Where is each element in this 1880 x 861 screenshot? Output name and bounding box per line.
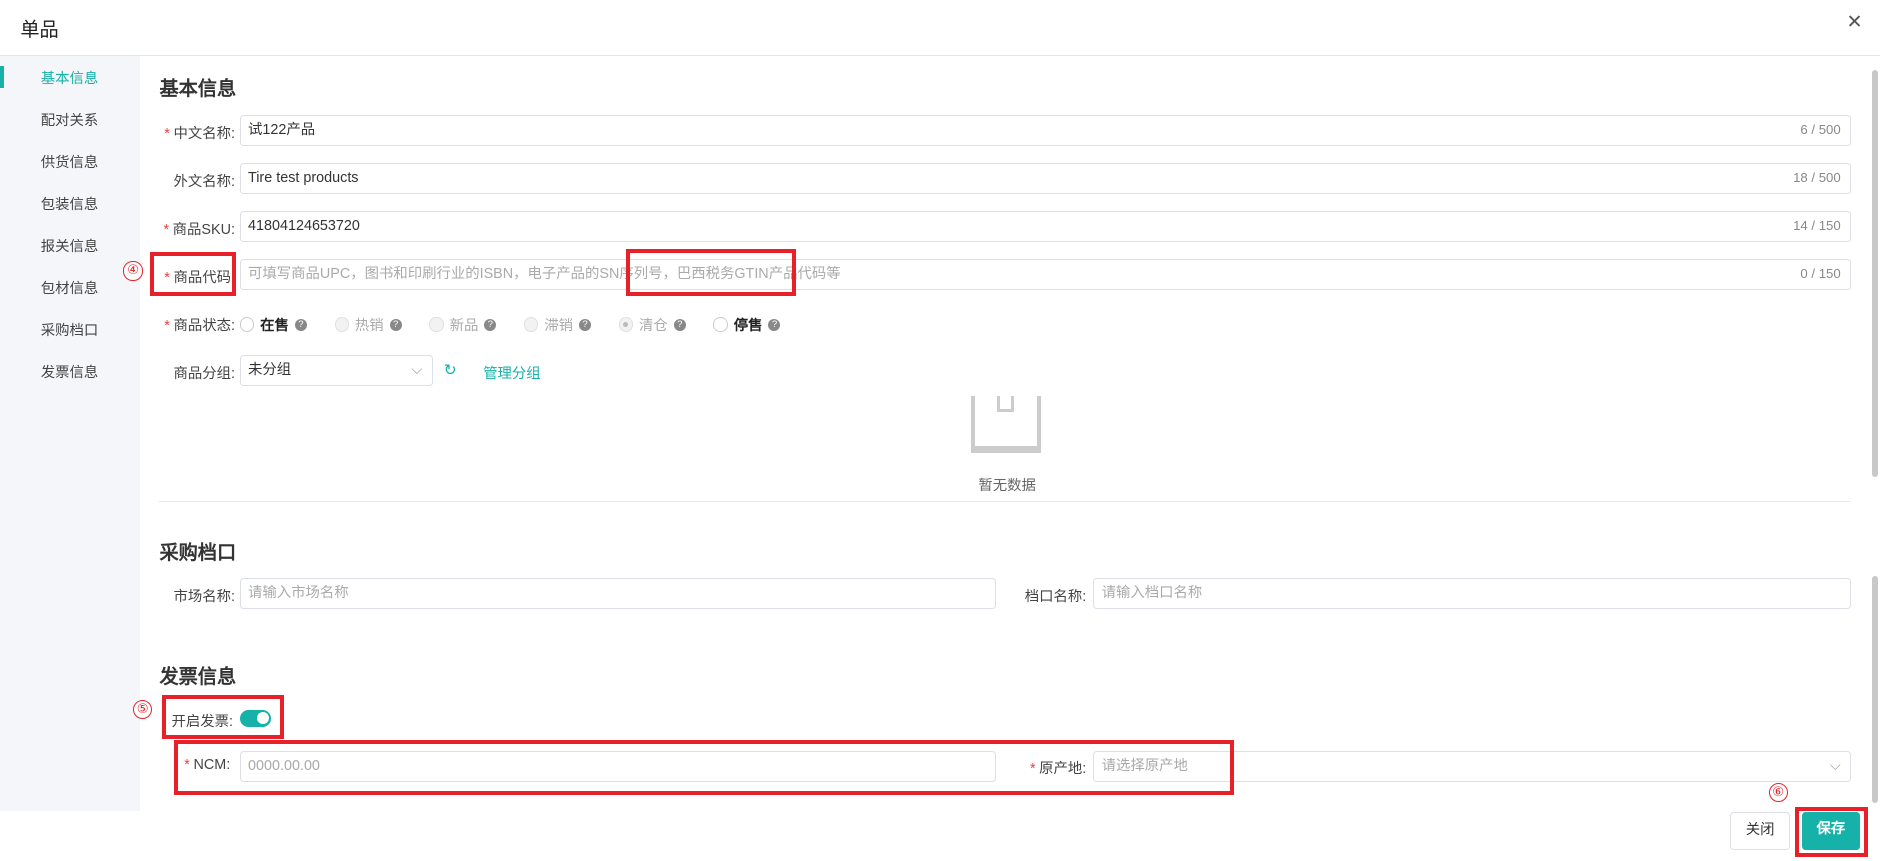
status-label: * 商品状态: <box>164 318 235 335</box>
active-indicator <box>0 65 4 88</box>
status-radio-new[interactable]: 新品? <box>429 314 497 335</box>
help-icon[interactable]: ? <box>673 318 686 331</box>
status-radio-slow[interactable]: 滞销? <box>523 314 592 335</box>
manage-group-link[interactable]: 管理分组 <box>483 362 541 383</box>
help-icon[interactable]: ? <box>579 318 592 331</box>
sidebar: 基本信息 配对关系 供货信息 包装信息 报关信息 包材信息 采购档口 发票信息 <box>0 56 141 811</box>
sidebar-item-supply[interactable]: 供货信息 <box>41 151 99 172</box>
section-heading-basic: 基本信息 <box>159 79 237 101</box>
sidebar-item-pairing[interactable]: 配对关系 <box>41 109 99 130</box>
annotation-box-code-label <box>149 251 237 297</box>
scrollbar-lower[interactable] <box>1871 575 1878 804</box>
help-icon[interactable]: ? <box>389 318 402 331</box>
dialog-title: 单品 <box>20 20 59 42</box>
cn-name-label: * 中文名称: <box>164 126 235 143</box>
section-divider <box>159 501 1852 503</box>
sidebar-item-purchase-stall[interactable]: 采购档口 <box>41 319 99 340</box>
annotation-marker-4: ④ <box>123 261 143 281</box>
group-select[interactable]: 未分组 ⌵ <box>239 354 433 387</box>
annotation-box-ncm-origin <box>173 739 1234 795</box>
empty-text: 暂无数据 <box>978 477 1036 494</box>
annotation-box-save <box>1794 806 1869 858</box>
section-heading-purchase: 采购档口 <box>159 543 237 565</box>
annotation-marker-5: ⑤ <box>133 700 153 720</box>
status-radio-on-sale[interactable]: 在售? <box>239 314 307 335</box>
header-divider <box>0 55 1880 57</box>
group-label: 商品分组: <box>173 366 235 383</box>
foreign-name-input[interactable]: Tire test products 18 / 500 <box>239 163 1852 195</box>
market-input[interactable]: 请输入市场名称 <box>239 577 997 610</box>
product-code-input[interactable]: 可填写商品UPC，图书和印刷行业的ISBN，电子产品的SN序列号，巴西税务GTI… <box>239 258 1852 291</box>
chevron-down-icon: ⌵ <box>411 361 423 378</box>
help-icon[interactable]: ? <box>294 318 307 331</box>
sku-input[interactable]: 41804124653720 14 / 150 <box>239 211 1852 243</box>
refresh-icon[interactable]: ↻ <box>444 361 457 380</box>
stall-input[interactable]: 请输入档口名称 <box>1093 577 1852 610</box>
sidebar-item-materials[interactable]: 包材信息 <box>41 277 99 298</box>
close-button[interactable]: 关闭 <box>1730 811 1791 851</box>
section-heading-invoice: 发票信息 <box>159 666 237 688</box>
status-radio-hot[interactable]: 热销? <box>334 314 402 335</box>
foreign-name-label: 外文名称: <box>173 174 235 191</box>
scrollbar-upper[interactable] <box>1871 69 1878 478</box>
sidebar-item-customs[interactable]: 报关信息 <box>41 235 99 256</box>
market-label: 市场名称: <box>173 589 235 606</box>
status-radio-discontinued[interactable]: 停售? <box>713 314 781 335</box>
cn-name-input[interactable]: 试122产品 6 / 500 <box>239 115 1852 147</box>
annotation-box-invoice-toggle <box>161 695 285 739</box>
status-radio-clearance[interactable]: 清仓? <box>618 314 686 335</box>
sidebar-item-basic-info[interactable]: 基本信息 <box>41 67 99 88</box>
help-icon[interactable]: ? <box>484 318 497 331</box>
annotation-marker-6: ⑥ <box>1768 782 1788 803</box>
stall-label: 档口名称: <box>1024 589 1087 606</box>
annotation-box-gtin <box>625 249 797 297</box>
close-icon[interactable]: ✕ <box>1846 10 1862 34</box>
sidebar-item-invoice[interactable]: 发票信息 <box>41 361 99 382</box>
chevron-down-icon: ⌵ <box>1829 757 1841 774</box>
sku-label: * 商品SKU: <box>163 222 235 239</box>
help-icon[interactable]: ? <box>768 318 781 331</box>
empty-box-icon <box>971 395 1041 454</box>
sidebar-item-packaging[interactable]: 包装信息 <box>41 193 99 214</box>
